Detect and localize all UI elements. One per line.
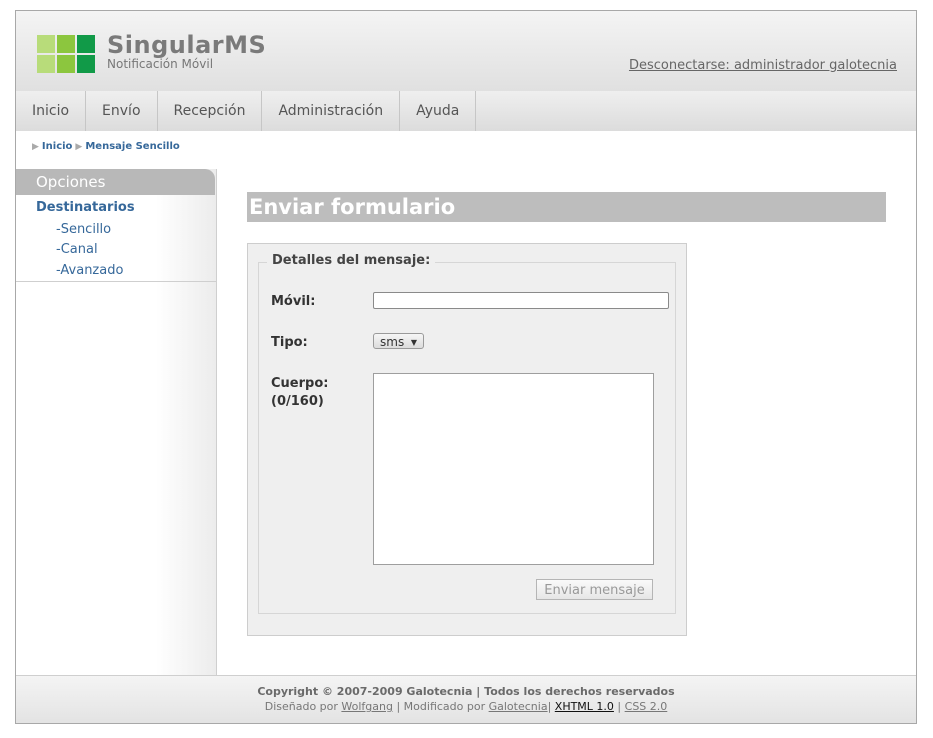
sidebar-link-sencillo[interactable]: -Sencillo bbox=[56, 222, 111, 237]
footer-link-css[interactable]: CSS 2.0 bbox=[625, 700, 668, 713]
footer-separator: | bbox=[617, 700, 622, 713]
sidebar-link-canal[interactable]: -Canal bbox=[56, 242, 98, 257]
header: SingularMS Notificación Móvil Desconecta… bbox=[16, 11, 916, 91]
message-fieldset: Detalles del mensaje: Móvil: Tipo: sms ▼… bbox=[258, 253, 676, 614]
tipo-label: Tipo: bbox=[271, 335, 308, 350]
breadcrumb-arrow-icon: ▶ bbox=[75, 141, 83, 152]
page-frame: SingularMS Notificación Móvil Desconecta… bbox=[15, 10, 917, 724]
movil-input[interactable] bbox=[373, 292, 669, 309]
footer-link-wolfgang[interactable]: Wolfgang bbox=[341, 700, 393, 713]
message-form: Detalles del mensaje: Móvil: Tipo: sms ▼… bbox=[247, 243, 687, 636]
logo-square bbox=[57, 35, 75, 53]
breadcrumb-inicio[interactable]: Inicio bbox=[42, 141, 73, 152]
footer-modified-prefix: | Modificado por bbox=[396, 700, 486, 713]
footer-credits: Diseñado por Wolfgang | Modificado por G… bbox=[16, 700, 916, 713]
nav-ayuda[interactable]: Ayuda bbox=[400, 91, 477, 131]
logo-square bbox=[37, 35, 55, 53]
fieldset-legend: Detalles del mensaje: bbox=[267, 253, 436, 268]
app-title: SingularMS bbox=[107, 31, 267, 59]
send-message-button[interactable]: Enviar mensaje bbox=[536, 579, 653, 600]
main-nav: Inicio Envío Recepción Administración Ay… bbox=[16, 91, 916, 131]
app-logo bbox=[37, 35, 95, 73]
logout-link[interactable]: Desconectarse: administrador galotecnia bbox=[629, 58, 897, 73]
footer-link-galotecnia[interactable]: Galotecnia bbox=[489, 700, 548, 713]
footer-copyright: Copyright © 2007-2009 Galotecnia | Todos… bbox=[257, 685, 675, 698]
nav-recepcion[interactable]: Recepción bbox=[158, 91, 263, 131]
breadcrumb-arrow-icon: ▶ bbox=[32, 141, 39, 152]
cuerpo-textarea[interactable] bbox=[373, 373, 654, 565]
movil-label: Móvil: bbox=[271, 294, 316, 309]
logo-square bbox=[37, 55, 55, 73]
cuerpo-label: Cuerpo: bbox=[271, 376, 329, 391]
page-title: Enviar formulario bbox=[247, 192, 886, 222]
breadcrumb: ▶ Inicio ▶ Mensaje Sencillo bbox=[32, 141, 180, 152]
sidebar-heading: Opciones bbox=[16, 169, 215, 195]
logo-square bbox=[77, 35, 95, 53]
cuerpo-counter: (0/160) bbox=[271, 394, 324, 409]
tipo-select[interactable]: sms ▼ bbox=[373, 333, 424, 349]
tipo-select-value: sms bbox=[380, 335, 405, 349]
nav-inicio[interactable]: Inicio bbox=[16, 91, 87, 131]
app-subtitle: Notificación Móvil bbox=[107, 57, 214, 71]
breadcrumb-current[interactable]: Mensaje Sencillo bbox=[85, 141, 179, 152]
logo-square bbox=[57, 55, 75, 73]
sidebar: Opciones Destinatarios -Sencillo -Canal … bbox=[16, 169, 217, 675]
logo-square bbox=[77, 55, 95, 73]
footer-separator: | bbox=[547, 700, 552, 713]
nav-envio[interactable]: Envío bbox=[86, 91, 158, 131]
footer-link-xhtml[interactable]: XHTML 1.0 bbox=[555, 700, 614, 713]
footer-designed-prefix: Diseñado por bbox=[264, 700, 338, 713]
sidebar-divider bbox=[16, 281, 216, 282]
nav-administracion[interactable]: Administración bbox=[262, 91, 401, 131]
sidebar-link-avanzado[interactable]: -Avanzado bbox=[56, 263, 123, 278]
sidebar-section-destinatarios[interactable]: Destinatarios bbox=[36, 200, 135, 215]
footer: Copyright © 2007-2009 Galotecnia | Todos… bbox=[16, 675, 916, 723]
dropdown-caret-icon: ▼ bbox=[410, 338, 417, 347]
